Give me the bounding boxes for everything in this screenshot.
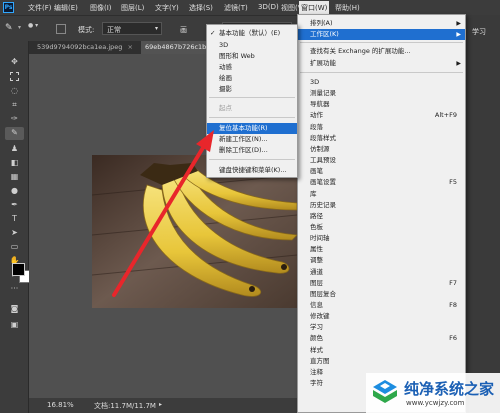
watermark-title: 纯净系统之家 (404, 380, 495, 398)
foreground-color-swatch[interactable] (12, 263, 25, 276)
annotation-arrow (112, 130, 214, 297)
watermark-url: www.ycwjzy.com (406, 399, 465, 407)
watermark-logo (371, 378, 399, 406)
site-watermark: 纯净系统之家 www.ycwjzy.com (366, 373, 500, 413)
